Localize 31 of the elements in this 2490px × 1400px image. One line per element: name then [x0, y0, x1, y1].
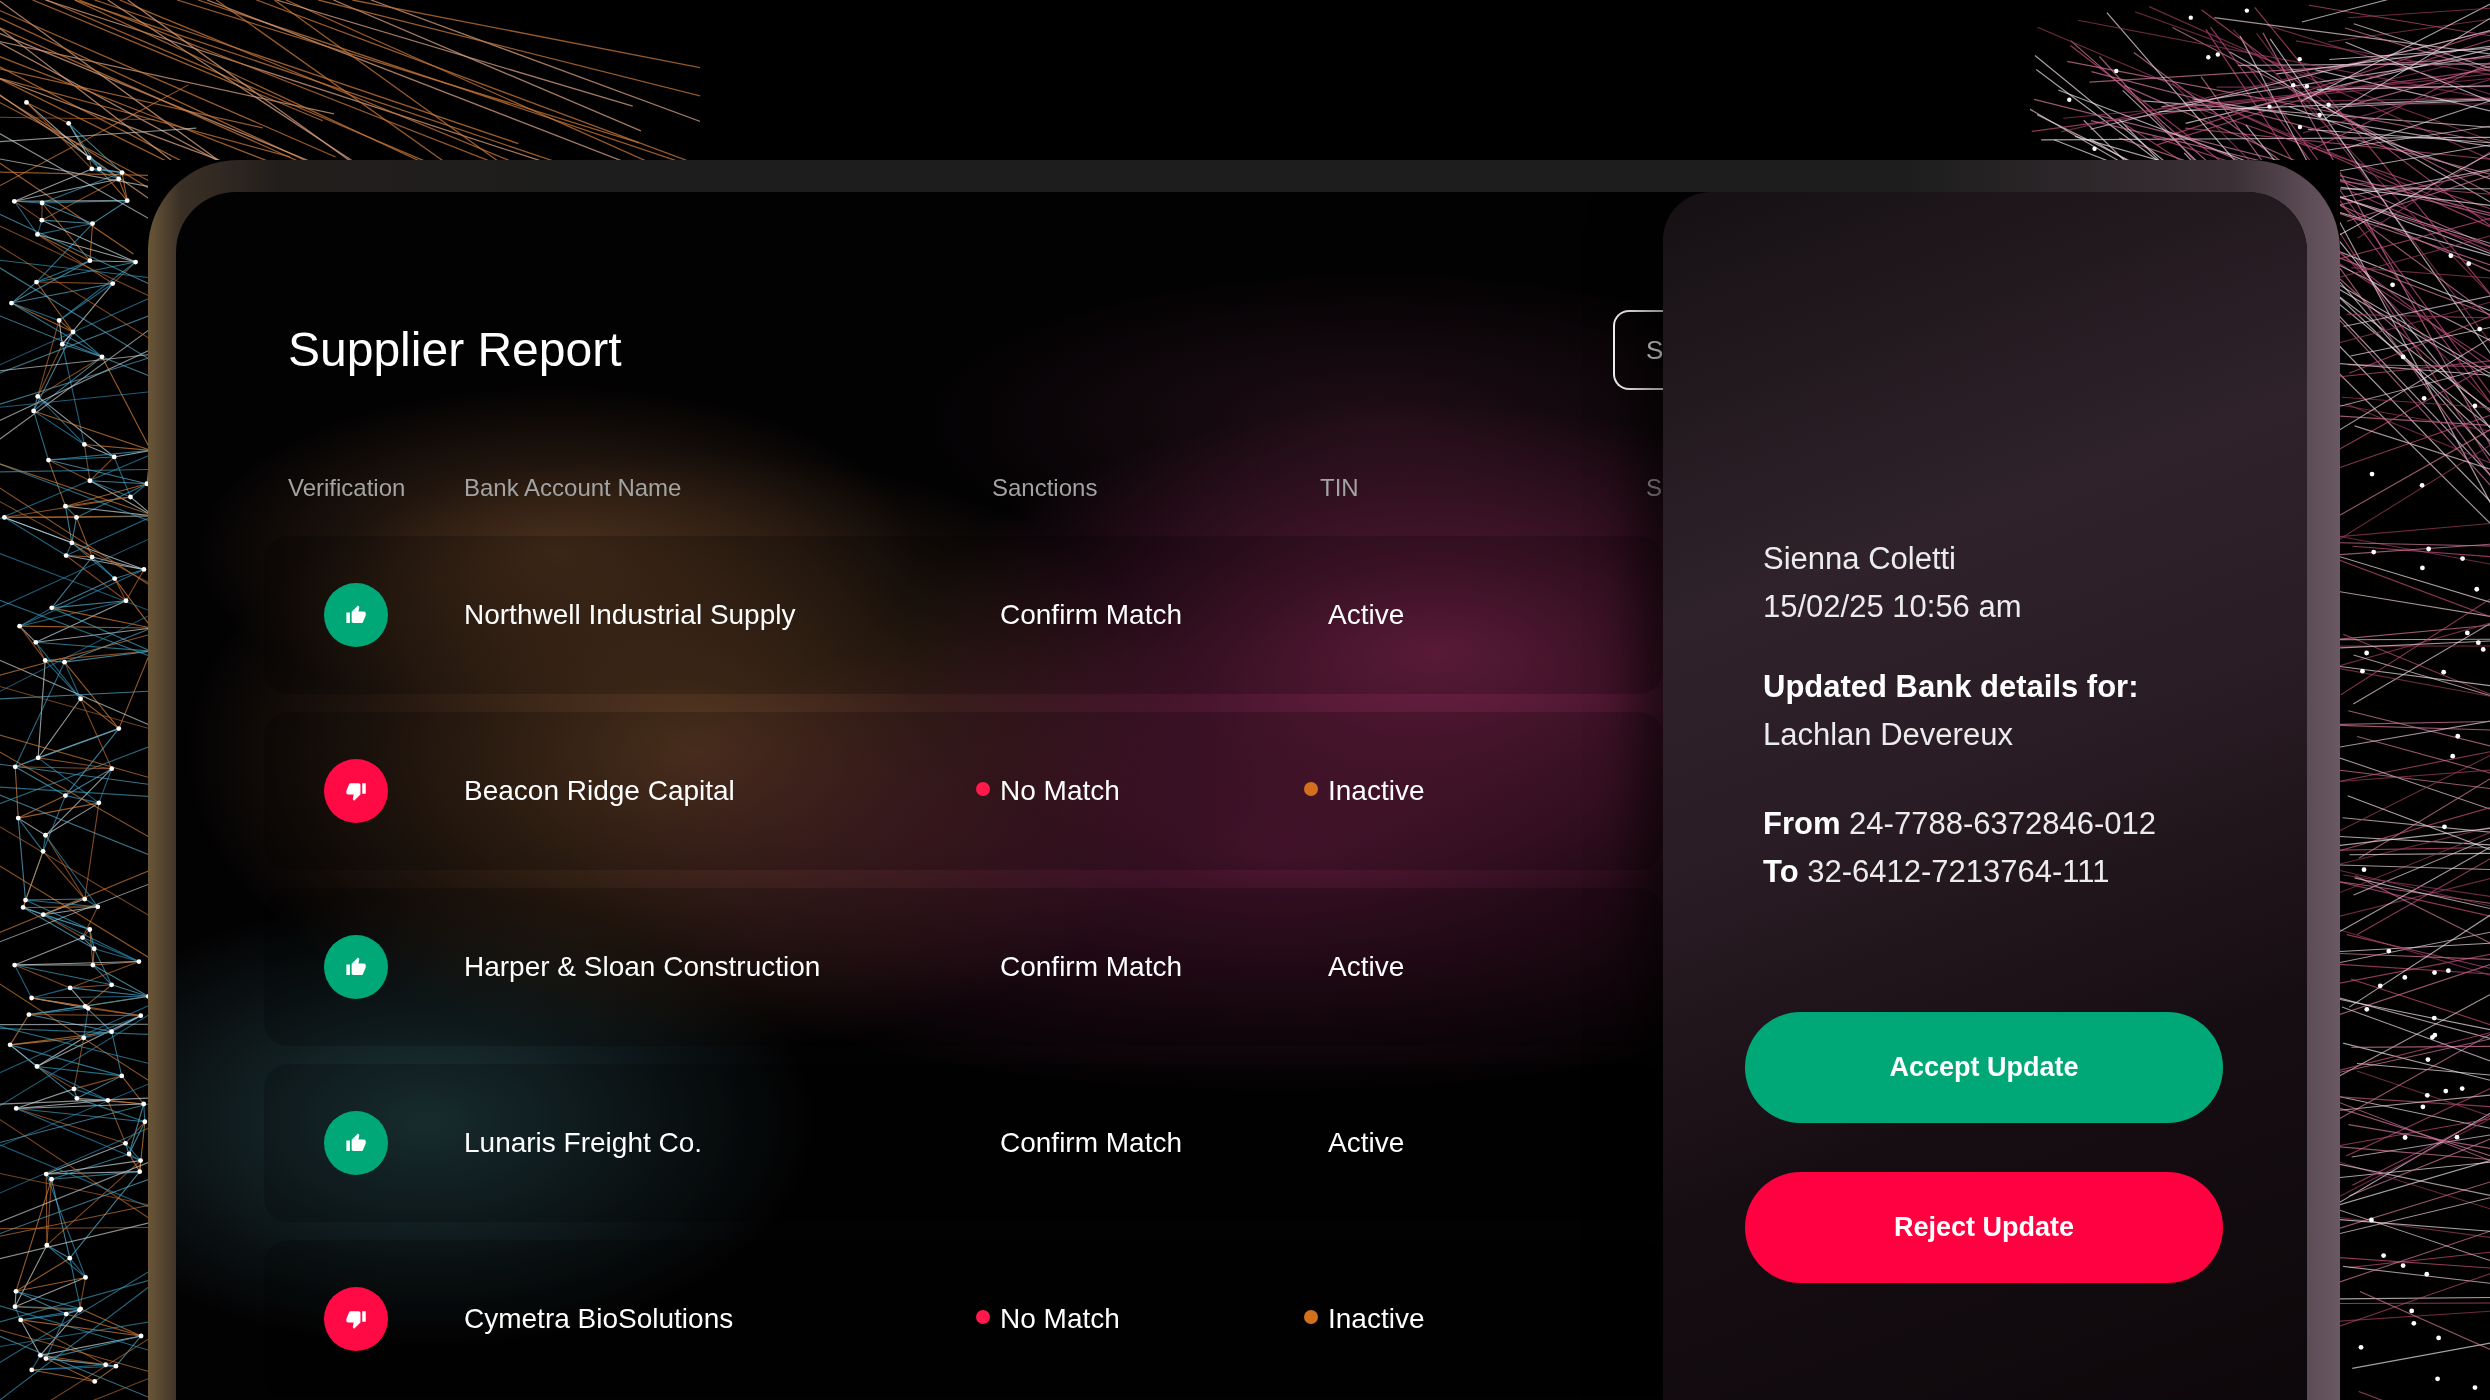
to-account-text: To 32-6412-7213764-111 — [1763, 853, 2111, 891]
table-cell: Active — [1328, 598, 1405, 632]
table-cell: Inactive — [1328, 1302, 1425, 1336]
table-cell: Confirm Match — [1000, 950, 1183, 984]
table-cell: Confirm Match — [1000, 598, 1183, 632]
table-cell: Northwell Industrial Supply — [464, 599, 796, 630]
table-cell: No Match — [1000, 1302, 1120, 1336]
reject-button[interactable]: Reject Update — [1745, 1172, 2223, 1283]
table-cell: Active — [1328, 1126, 1405, 1160]
timestamp: 15/02/25 10:56 am — [1763, 588, 2023, 626]
update-heading: Updated Bank details for: — [1763, 668, 2140, 706]
column-header: Bank Account Name — [464, 473, 683, 503]
from-account-text: From 24-7788-6372846-012 — [1763, 805, 2157, 843]
author-name: Sienna Coletti — [1763, 540, 1957, 578]
table-row[interactable]: Harper & Sloan Construction Confirm Match Active — [264, 888, 1663, 1046]
table-cell: Beacon Ridge Capital — [464, 775, 735, 806]
table-row[interactable]: Northwell Industrial Supply Confirm Match Active — [264, 536, 1663, 694]
table-cell: Harper & Sloan Construction — [464, 951, 821, 982]
table-cell: Lunaris Freight Co. — [464, 1127, 703, 1158]
table-cell: Active — [1328, 950, 1405, 984]
subject-name: Lachlan Devereux — [1763, 716, 2014, 754]
table-cell: Inactive — [1328, 774, 1425, 808]
report-title: Supplier Report — [288, 322, 622, 378]
column-header: Verification — [287, 473, 407, 503]
table-cell: Confirm Match — [1000, 1126, 1183, 1160]
table-cell: No Match — [1000, 774, 1120, 808]
column-header: TIN — [1319, 473, 1360, 503]
table-cell: Cymetra BioSolutions — [464, 1303, 734, 1334]
column-header: Sanctions — [991, 473, 1099, 503]
table-row[interactable]: Beacon Ridge Capital No Match Inactive — [264, 712, 1663, 870]
column-header: S — [1645, 473, 1663, 503]
